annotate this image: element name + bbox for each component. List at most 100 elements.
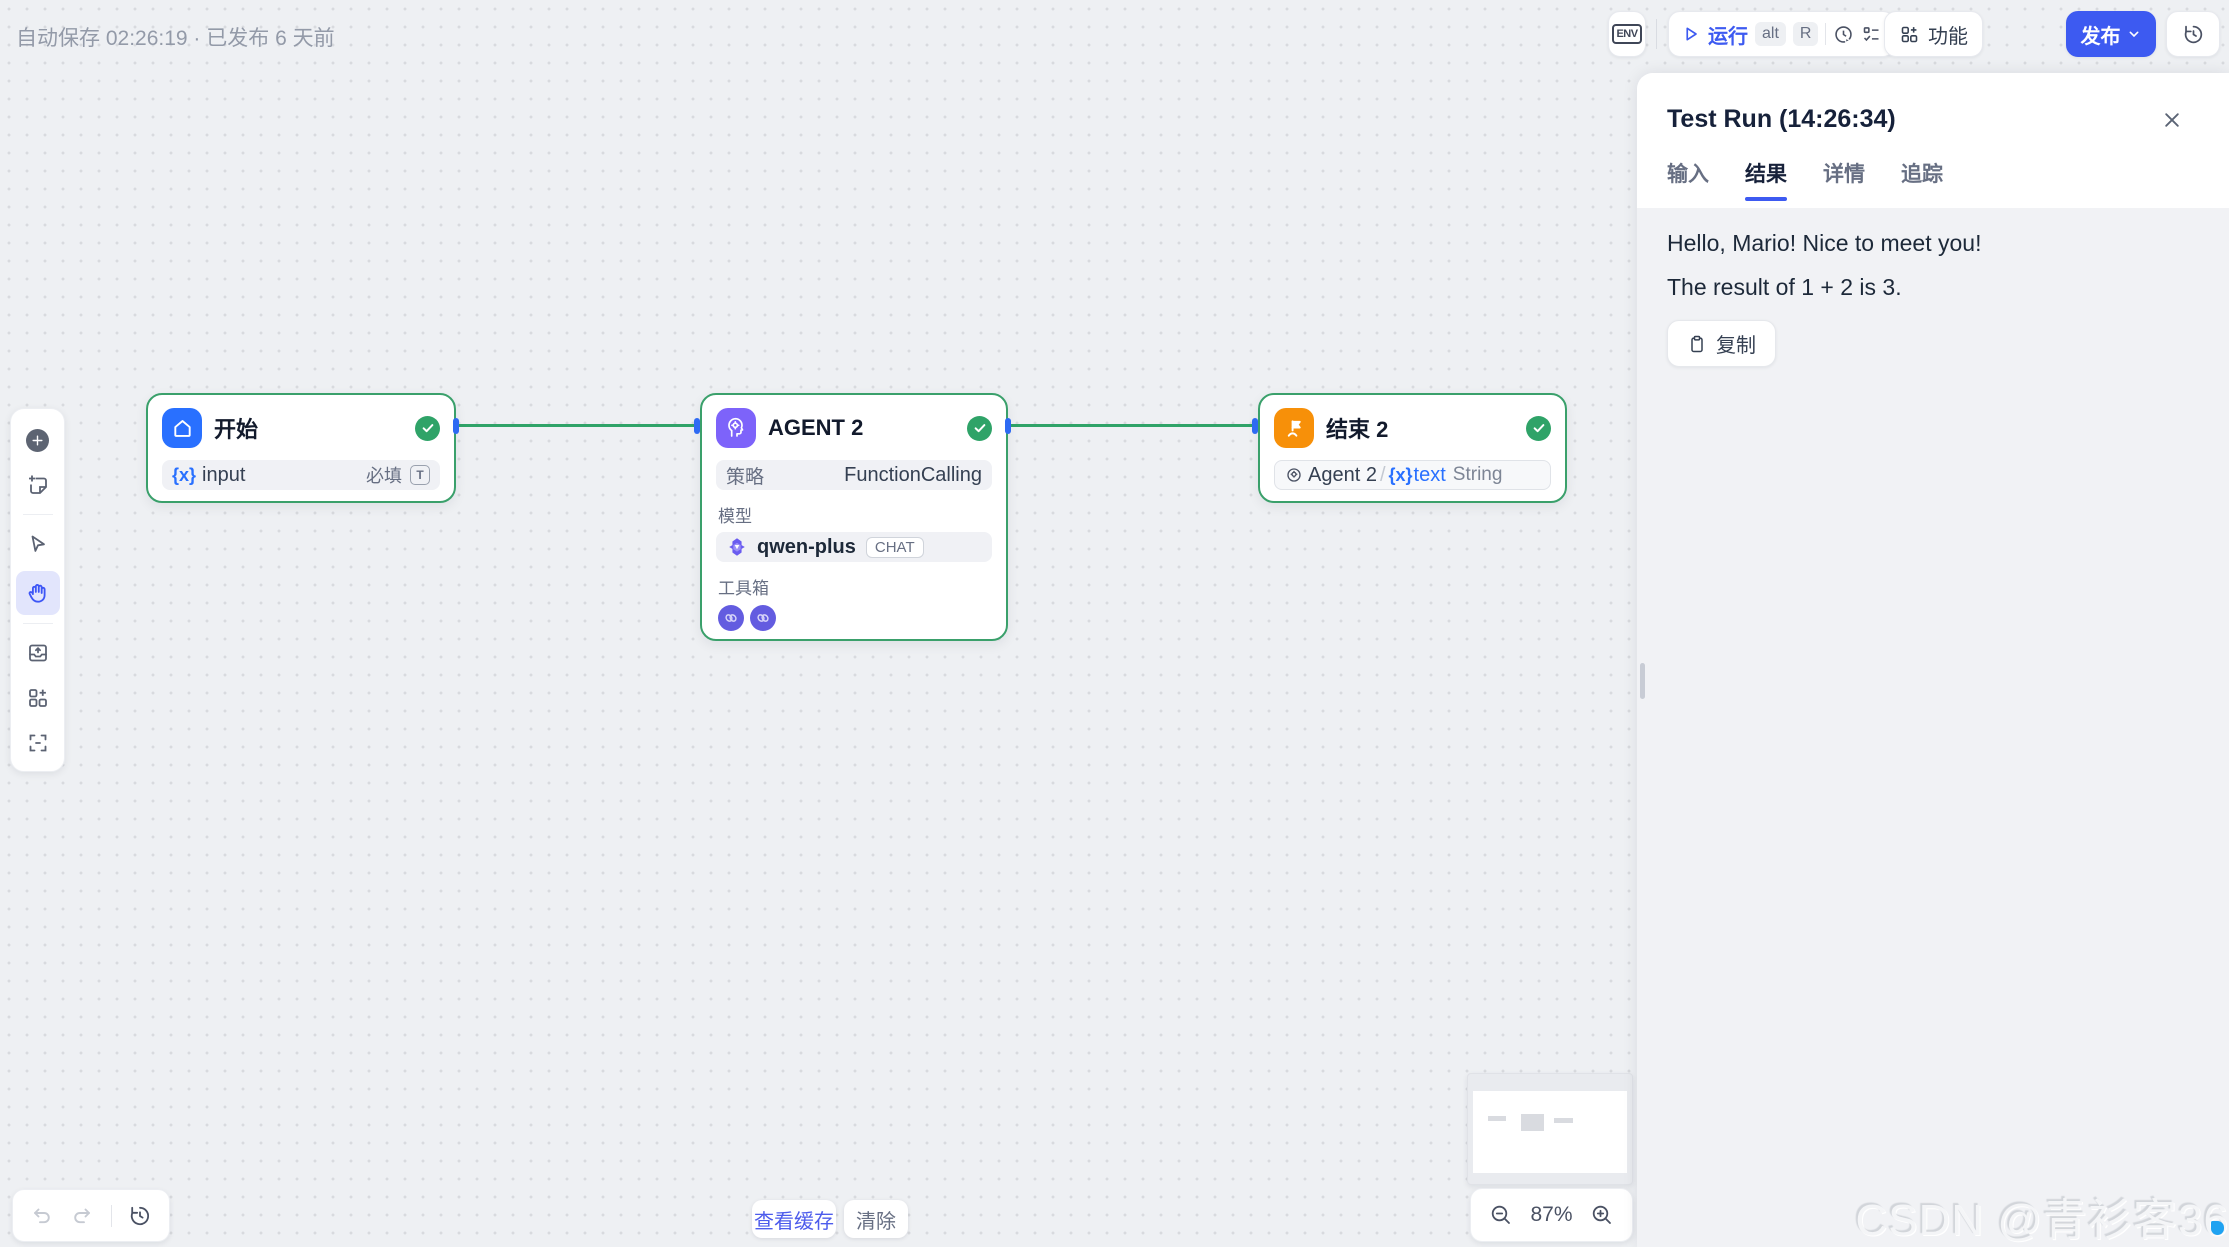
- zoom-out-button[interactable]: [1489, 1203, 1513, 1227]
- clear-cache-button[interactable]: 清除: [844, 1200, 908, 1238]
- node-header: 结束 2: [1260, 395, 1565, 448]
- success-check-icon: [1526, 416, 1551, 441]
- note-plus-icon: [26, 473, 50, 497]
- plus-icon: [26, 429, 49, 452]
- pointer-tool-button[interactable]: [20, 526, 56, 562]
- model-mode-badge: CHAT: [866, 537, 924, 558]
- view-cache-button[interactable]: 查看缓存: [752, 1200, 836, 1238]
- import-dsl-button[interactable]: [20, 635, 56, 671]
- strategy-value: FunctionCalling: [844, 464, 982, 487]
- copy-button-label: 复制: [1716, 329, 1756, 358]
- connector-handle[interactable]: [1005, 418, 1011, 434]
- result-text-line: Hello, Mario! Nice to meet you!: [1667, 230, 2199, 257]
- edge-agent-to-end: [1008, 424, 1258, 427]
- node-title: 开始: [214, 412, 258, 444]
- tool-divider: [23, 623, 53, 624]
- flag-icon: [1274, 408, 1314, 448]
- copy-button[interactable]: 复制: [1667, 320, 1776, 367]
- result-text-line: The result of 1 + 2 is 3.: [1667, 274, 2199, 301]
- zoom-in-button[interactable]: [1590, 1203, 1614, 1227]
- node-title: 结束 2: [1326, 412, 1388, 444]
- tab-input[interactable]: 输入: [1667, 158, 1709, 201]
- qwen-logo-icon: [726, 536, 748, 558]
- watermark: CSDN @青衫客36: [1855, 1184, 2229, 1247]
- connector-handle[interactable]: [694, 418, 700, 434]
- node-start[interactable]: 开始 {x} input 必填 T: [146, 393, 456, 503]
- result-content: Hello, Mario! Nice to meet you! The resu…: [1637, 208, 2229, 389]
- tool-link-icon[interactable]: [750, 605, 776, 631]
- tool-link-icon[interactable]: [718, 605, 744, 631]
- tab-detail[interactable]: 详情: [1823, 158, 1865, 201]
- toolbox-row: [718, 605, 990, 631]
- change-history-button[interactable]: [128, 1204, 152, 1228]
- variable-type: String: [1453, 464, 1503, 486]
- add-node-button[interactable]: [20, 422, 56, 458]
- tab-trace[interactable]: 追踪: [1901, 158, 1943, 201]
- minimap[interactable]: [1467, 1073, 1633, 1185]
- watermark-dot: [2211, 1221, 2224, 1235]
- agent-ref-icon: [1285, 466, 1303, 484]
- toolbar-divider: [1656, 19, 1657, 49]
- connector-handle[interactable]: [453, 418, 459, 434]
- start-variable-row: {x} input 必填 T: [162, 460, 440, 490]
- minimap-node-mark: [1488, 1116, 1506, 1121]
- cursor-icon: [26, 532, 50, 556]
- canvas-tool-palette: [10, 408, 65, 772]
- tab-result[interactable]: 结果: [1745, 158, 1787, 201]
- run-button[interactable]: 运行: [1708, 20, 1748, 49]
- node-header: AGENT 2: [702, 395, 1006, 448]
- variable-name: input: [202, 464, 245, 487]
- fit-view-button[interactable]: [20, 725, 56, 761]
- toolbox-section-label: 工具箱: [718, 574, 990, 599]
- text-type-icon: T: [410, 465, 430, 485]
- add-note-button[interactable]: [20, 467, 56, 503]
- redo-button[interactable]: [70, 1204, 94, 1228]
- import-box-icon: [26, 641, 50, 665]
- end-output-row: Agent 2 / {x} text String: [1274, 460, 1551, 490]
- agent-icon: [716, 408, 756, 448]
- model-section-label: 模型: [718, 502, 990, 527]
- connector-handle[interactable]: [1252, 418, 1258, 434]
- node-end[interactable]: 结束 2 Agent 2 / {x} text String: [1258, 393, 1567, 503]
- run-history-icon[interactable]: [1833, 24, 1854, 45]
- group-divider: [1825, 23, 1826, 45]
- panel-title: Test Run (14:26:34): [1667, 105, 2199, 134]
- hand-icon: [25, 580, 51, 606]
- version-history-button[interactable]: [2166, 11, 2220, 57]
- agent-model-row: qwen-plus CHAT: [716, 532, 992, 562]
- required-label: 必填: [366, 462, 402, 488]
- autosave-status: 自动保存 02:26:19 · 已发布 6 天前: [16, 22, 335, 52]
- test-run-panel: Test Run (14:26:34) 输入 结果 详情 追踪 Hello, M…: [1637, 73, 2229, 1247]
- minimap-node-mark: [1521, 1114, 1544, 1131]
- panel-tabs: 输入 结果 详情 追踪: [1667, 158, 2199, 201]
- strategy-label: 策略: [726, 462, 764, 489]
- variable-token: {x}: [172, 465, 196, 486]
- blocks-plus-icon: [26, 686, 50, 710]
- node-header: 开始: [148, 395, 454, 448]
- checklist-icon[interactable]: [1861, 24, 1882, 45]
- success-check-icon: [967, 416, 992, 441]
- undo-button[interactable]: [30, 1204, 54, 1228]
- path-separator: /: [1380, 464, 1386, 487]
- shortcut-alt-badge: alt: [1755, 22, 1786, 46]
- minimap-node-mark: [1554, 1118, 1573, 1123]
- publish-button[interactable]: 发布: [2066, 11, 2156, 57]
- zoom-level-value[interactable]: 87%: [1530, 1203, 1572, 1227]
- node-agent[interactable]: AGENT 2 策略 FunctionCalling 模型 qwen-plus …: [700, 393, 1008, 641]
- chevron-down-icon: [2126, 26, 2142, 42]
- organize-blocks-button[interactable]: [20, 680, 56, 716]
- close-icon[interactable]: [2159, 107, 2185, 133]
- fit-view-icon: [26, 731, 50, 755]
- zoom-controls: 87%: [1470, 1188, 1633, 1242]
- panel-scrollbar[interactable]: [1640, 663, 1645, 699]
- env-variables-button[interactable]: ENV: [1608, 11, 1646, 57]
- shortcut-r-badge: R: [1793, 22, 1819, 46]
- run-toolbar-group: 运行 alt R: [1668, 11, 1895, 57]
- group-divider: [111, 1205, 112, 1227]
- hand-tool-button[interactable]: [16, 571, 60, 615]
- success-check-icon: [415, 416, 440, 441]
- features-button[interactable]: 功能: [1884, 11, 1983, 57]
- clipboard-icon: [1687, 334, 1707, 354]
- play-icon[interactable]: [1681, 24, 1701, 44]
- home-icon: [162, 408, 202, 448]
